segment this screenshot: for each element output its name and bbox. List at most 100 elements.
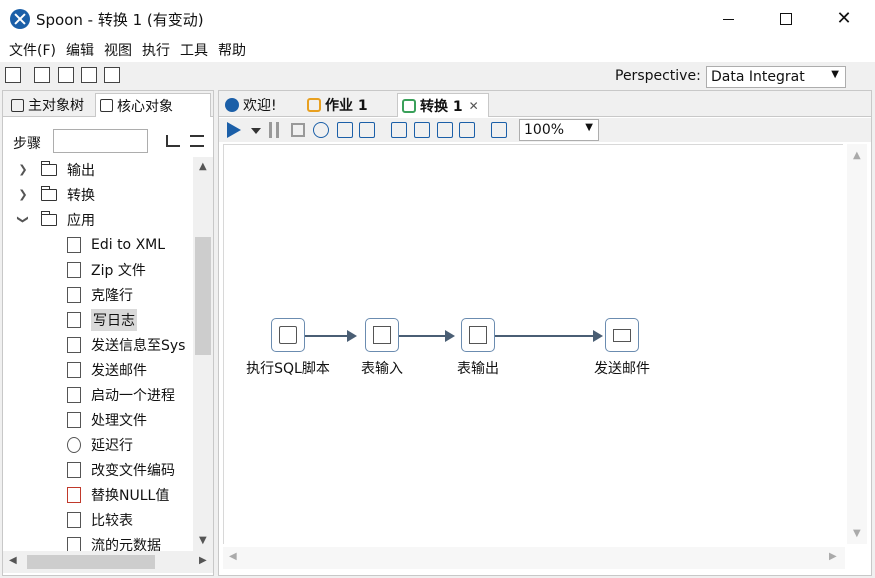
tab-transformation-1[interactable]: 转换 1 ✕	[397, 93, 489, 117]
tree-label: 处理文件	[91, 412, 147, 429]
open-folder-icon[interactable]	[34, 67, 50, 83]
minimize-button[interactable]	[699, 0, 757, 38]
tab-job-1[interactable]: 作业 1	[303, 93, 397, 117]
menu-run[interactable]: 执行	[137, 40, 175, 60]
scroll-up-icon[interactable]: ▲	[199, 161, 207, 172]
scroll-thumb[interactable]	[27, 555, 155, 569]
node-label: 表输出	[457, 361, 499, 377]
hop-sql-to-table-input[interactable]	[303, 330, 357, 342]
tree-folder-utility[interactable]: ❯ 应用	[17, 207, 95, 232]
tab-welcome[interactable]: 欢迎!	[221, 93, 303, 117]
scroll-right-icon[interactable]: ▶	[199, 555, 207, 566]
zoom-select[interactable]: 100% ▼	[519, 119, 599, 141]
transformation-canvas[interactable]: 执行SQL脚本 表输入 表输出 发送邮件	[223, 144, 843, 544]
node-table-input[interactable]	[365, 318, 399, 352]
menu-view[interactable]: 视图	[99, 40, 137, 60]
chevron-right-icon[interactable]: ❯	[17, 188, 29, 201]
collapse-all-icon[interactable]	[166, 135, 180, 147]
tree-folder-output[interactable]: ❯ 输出	[17, 157, 95, 182]
database-explore-icon[interactable]	[459, 122, 475, 138]
process-icon	[67, 386, 81, 403]
pause-icon[interactable]	[269, 122, 279, 138]
tree-label: 输出	[67, 162, 95, 179]
canvas-horizontal-scrollbar[interactable]: ◀ ▶	[223, 547, 845, 569]
edi-xml-icon	[67, 236, 81, 253]
tree-icon	[11, 98, 24, 112]
verify-icon[interactable]	[391, 122, 407, 138]
sql-icon[interactable]	[437, 122, 453, 138]
tab-main-object-tree[interactable]: 主对象树	[7, 93, 95, 117]
scroll-left-icon[interactable]: ◀	[229, 551, 237, 562]
menu-help[interactable]: 帮助	[213, 40, 251, 60]
close-button[interactable]: ✕	[815, 0, 873, 38]
perspective-select[interactable]: Data Integrat ▼	[706, 66, 846, 88]
scroll-right-icon[interactable]: ▶	[829, 551, 837, 562]
show-results-icon[interactable]	[491, 122, 507, 138]
save-as-icon[interactable]	[104, 67, 120, 83]
tree-folder-transform[interactable]: ❯ 转换	[17, 182, 95, 207]
tree-horizontal-scrollbar[interactable]: ◀ ▶	[3, 551, 213, 573]
node-table-output[interactable]	[461, 318, 495, 352]
tree-label: 替换NULL值	[91, 487, 170, 504]
tree-step-send-syslog[interactable]: 发送信息至Sys	[67, 332, 185, 357]
chevron-right-icon[interactable]: ❯	[17, 163, 29, 176]
tree-step-delay-row[interactable]: 延迟行	[67, 432, 133, 457]
tree-step-clone-row[interactable]: 克隆行	[67, 282, 133, 307]
table-input-icon	[373, 326, 391, 344]
tree-step-edi-to-xml[interactable]: Edi to XML	[67, 232, 165, 257]
maximize-button[interactable]	[757, 0, 815, 38]
tree-step-run-process[interactable]: 启动一个进程	[67, 382, 175, 407]
sql-script-icon	[279, 326, 297, 344]
menu-file[interactable]: 文件(F)	[4, 40, 61, 60]
tree-vertical-scrollbar[interactable]: ▲ ▼	[193, 157, 213, 551]
maximize-icon	[780, 13, 792, 25]
chevron-down-icon: ▼	[831, 69, 839, 80]
tab-label: 作业 1	[325, 98, 368, 114]
tree-step-process-files[interactable]: 处理文件	[67, 407, 147, 432]
menu-tools[interactable]: 工具	[175, 40, 213, 60]
minimize-icon	[722, 18, 734, 20]
window-title: Spoon - 转换 1 (有变动)	[36, 10, 204, 29]
tree-step-replace-null[interactable]: 替换NULL值	[67, 482, 169, 507]
hop-output-to-mail[interactable]	[495, 330, 603, 342]
tree-label: 转换	[67, 187, 95, 204]
mail-icon	[67, 361, 81, 378]
node-execute-sql[interactable]	[271, 318, 305, 352]
tree-step-compare-tables[interactable]: 比较表	[67, 507, 133, 532]
tab-label: 欢迎!	[243, 98, 277, 114]
left-tab-bar: 主对象树 核心对象	[3, 91, 213, 117]
run-icon[interactable]	[227, 122, 241, 138]
expand-all-icon[interactable]	[190, 135, 204, 147]
steps-tree: ❯ 输出 ❯ 转换 ❯ 应用 Edi to XML Zip 文件 克隆行 写日志…	[3, 157, 193, 557]
new-file-icon[interactable]	[5, 67, 21, 83]
node-send-mail[interactable]	[605, 318, 639, 352]
tab-core-objects[interactable]: 核心对象	[95, 93, 211, 117]
scroll-down-icon[interactable]: ▼	[199, 535, 207, 546]
menu-edit[interactable]: 编辑	[61, 40, 99, 60]
canvas-vertical-scrollbar[interactable]: ▲ ▼	[847, 144, 867, 544]
save-icon[interactable]	[81, 67, 97, 83]
chevron-down-icon[interactable]: ❯	[17, 214, 30, 226]
explore-repository-icon[interactable]	[58, 67, 74, 83]
scroll-left-icon[interactable]: ◀	[9, 555, 17, 566]
tree-step-write-log[interactable]: 写日志	[67, 307, 137, 332]
tree-step-change-encoding[interactable]: 改变文件编码	[67, 457, 175, 482]
tree-step-send-mail[interactable]: 发送邮件	[67, 357, 147, 382]
steps-search-input[interactable]	[53, 129, 148, 153]
null-icon	[67, 486, 81, 503]
replay-icon[interactable]	[359, 122, 375, 138]
editor-tab-bar: 欢迎! 作业 1 转换 1 ✕	[219, 91, 871, 117]
clock-icon	[67, 436, 81, 453]
scroll-down-icon[interactable]: ▼	[853, 528, 861, 539]
scroll-up-icon[interactable]: ▲	[853, 150, 861, 161]
impact-icon[interactable]	[414, 122, 430, 138]
preview-icon[interactable]	[313, 122, 329, 138]
tree-step-zip-file[interactable]: Zip 文件	[67, 257, 146, 282]
scroll-thumb[interactable]	[195, 237, 211, 355]
close-tab-icon[interactable]: ✕	[469, 99, 479, 113]
run-options-dropdown-icon[interactable]	[251, 128, 261, 134]
hop-table-input-to-output[interactable]	[399, 330, 455, 342]
title-bar: Spoon - 转换 1 (有变动) ✕	[0, 0, 875, 38]
debug-icon[interactable]	[337, 122, 353, 138]
stop-icon[interactable]	[291, 123, 305, 137]
